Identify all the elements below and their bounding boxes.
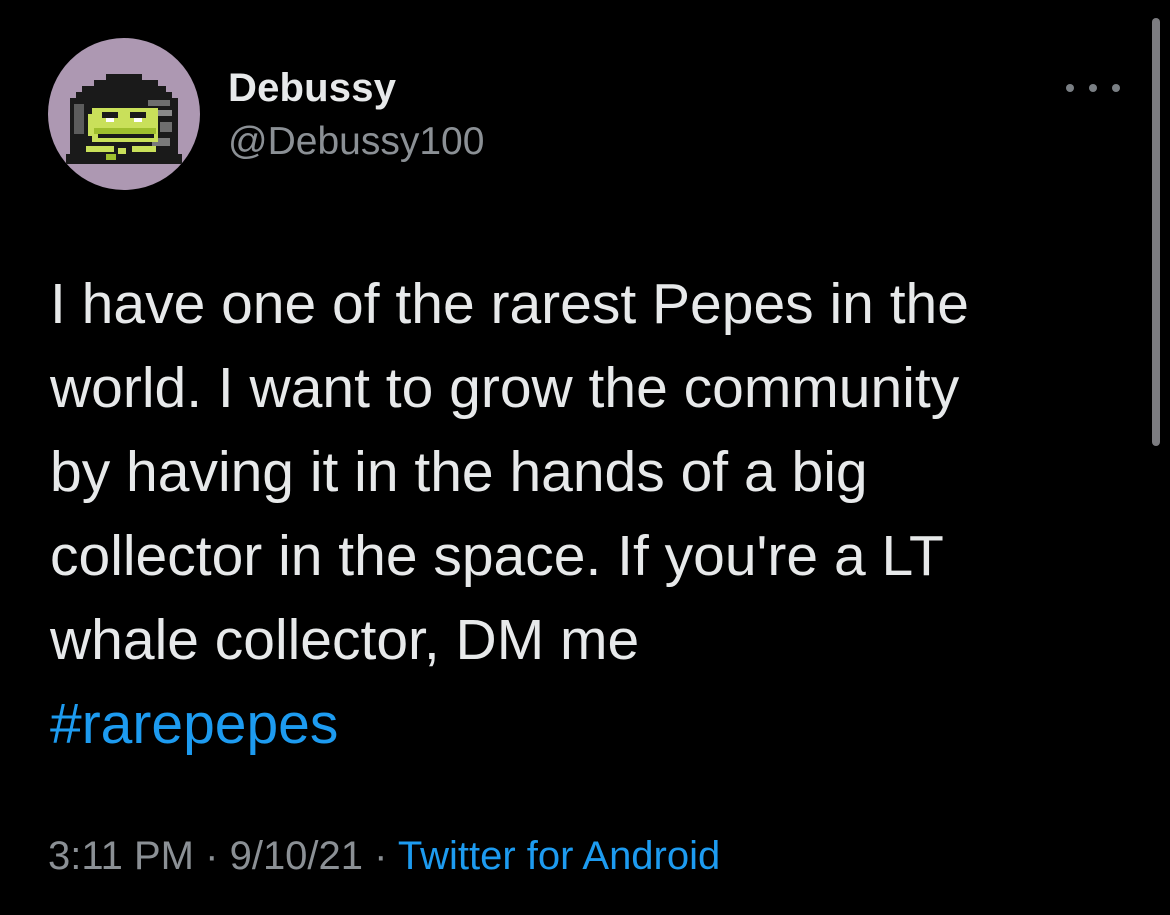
tweet-source-link[interactable]: Twitter for Android (398, 834, 720, 878)
tweet-time[interactable]: 3:11 PM (48, 834, 194, 878)
tweet-text-line: by having it in the hands of a big (50, 440, 868, 504)
tweet-metadata: 3:11 PM · 9/10/21 · Twitter for Android (48, 834, 720, 879)
more-options-button[interactable] (1066, 76, 1120, 100)
more-horizontal-icon (1066, 84, 1074, 92)
meta-separator: · (205, 834, 219, 878)
tweet: Debussy @Debussy100 I have one of the ra… (0, 0, 1170, 915)
tweet-text-line: whale collector, DM me (50, 608, 640, 672)
author-display-name[interactable]: Debussy (228, 66, 396, 111)
hashtag-link[interactable]: #rarepepes (50, 682, 1110, 766)
tweet-text-line: collector in the space. If you're a LT (50, 524, 944, 588)
tweet-text-line: I have one of the rarest Pepes in the (50, 272, 969, 336)
pixel-pepe-avatar-icon (66, 74, 182, 164)
tweet-text: I have one of the rarest Pepes in the wo… (50, 262, 1110, 766)
avatar[interactable] (48, 38, 200, 190)
scrollbar[interactable] (1152, 18, 1160, 446)
more-horizontal-icon (1112, 84, 1120, 92)
meta-separator: · (374, 834, 388, 878)
tweet-date[interactable]: 9/10/21 (230, 834, 363, 878)
author-handle[interactable]: @Debussy100 (228, 120, 484, 164)
more-horizontal-icon (1089, 84, 1097, 92)
tweet-text-line: world. I want to grow the community (50, 356, 960, 420)
